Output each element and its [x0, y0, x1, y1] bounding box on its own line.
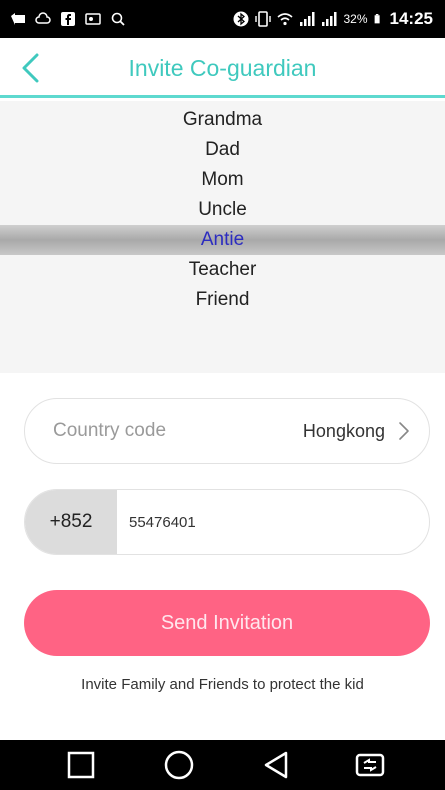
picker-option-antie[interactable]: Antie [0, 225, 445, 255]
battery-icon [374, 14, 380, 24]
cloud-icon [35, 12, 51, 24]
chevron-right-icon [399, 422, 409, 440]
country-code-selector[interactable]: Country code Hongkong [24, 398, 430, 464]
facebook-icon [61, 12, 75, 26]
phone-number-input[interactable] [129, 490, 409, 554]
picker-option-uncle[interactable]: Uncle [0, 195, 445, 225]
back-nav-button[interactable] [258, 748, 294, 782]
vibrate-icon [255, 11, 272, 27]
recent-apps-icon [67, 751, 95, 779]
search-icon [111, 12, 125, 26]
status-icons-right: 32% 14:25 [233, 0, 433, 38]
home-icon [164, 750, 194, 780]
back-icon [264, 751, 288, 779]
page-title: Invite Co-guardian [128, 55, 317, 81]
country-code-value: Hongkong [302, 421, 385, 441]
switch-sim-button[interactable] [352, 748, 388, 782]
picker-option-grandma[interactable]: Grandma [0, 105, 445, 135]
country-code-label: Country code [53, 420, 167, 441]
send-invitation-button[interactable]: Send Invitation [24, 590, 430, 656]
status-bar: 32% 14:25 [0, 0, 445, 38]
status-icons-left [10, 9, 126, 29]
battery-percent: 32% [343, 12, 368, 26]
gallery-icon [85, 13, 101, 25]
picker-option-teacher[interactable]: Teacher [0, 255, 445, 285]
picker-option-mom[interactable]: Mom [0, 165, 445, 195]
relationship-picker[interactable]: Grandma Dad Mom Uncle Antie Teacher Frie… [0, 101, 445, 373]
bluetooth-icon [233, 11, 249, 27]
picker-option-dad[interactable]: Dad [0, 135, 445, 165]
footer-note: Invite Family and Friends to protect the… [81, 676, 364, 693]
dial-code[interactable]: +852 [25, 490, 117, 554]
navigation-bar [0, 740, 445, 790]
recent-apps-button[interactable] [63, 748, 99, 782]
home-button[interactable] [161, 748, 197, 782]
message-icon [11, 13, 25, 25]
signal-icon [300, 12, 315, 26]
picker-option-friend[interactable]: Friend [0, 285, 445, 315]
chevron-left-icon [22, 53, 39, 83]
signal-icon-2 [322, 12, 337, 26]
switch-sim-icon [355, 753, 385, 777]
wifi-icon [277, 13, 294, 26]
header: Invite Co-guardian [0, 38, 445, 98]
clock: 14:25 [389, 9, 433, 28]
back-button[interactable] [12, 50, 48, 86]
phone-number-row: +852 [24, 489, 430, 555]
